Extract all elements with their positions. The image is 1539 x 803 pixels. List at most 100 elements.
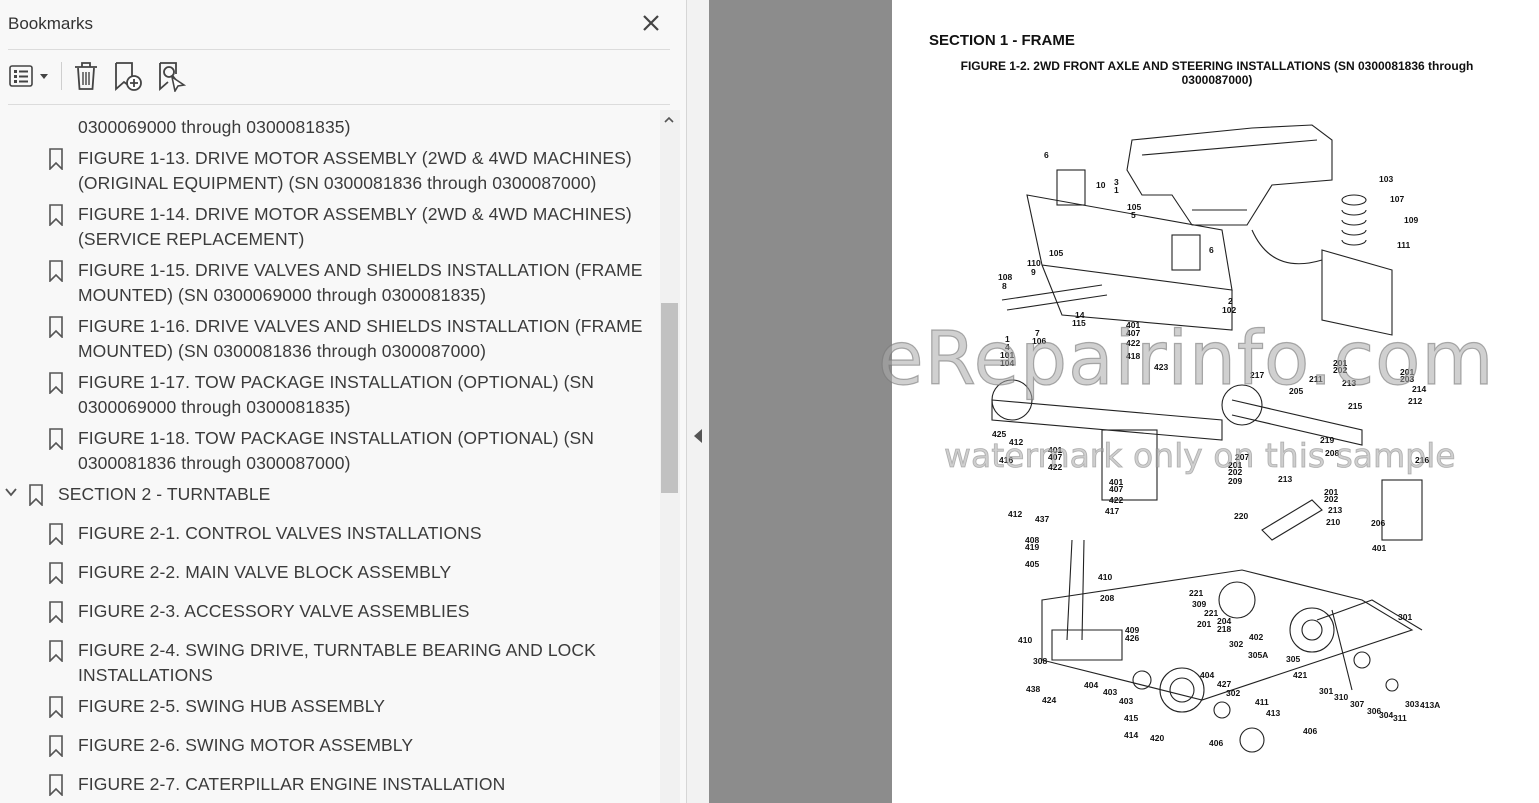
bookmark-icon xyxy=(49,696,63,718)
part-number: 111 xyxy=(1397,240,1411,250)
bookmark-item[interactable]: FIGURE 2-2. MAIN VALVE BLOCK ASSEMBLY xyxy=(0,560,656,590)
part-number: 218 xyxy=(1217,624,1231,634)
bookmarks-panel: Bookmarks 0300069000 through 0300081835)… xyxy=(0,0,687,803)
find-bookmark-icon[interactable] xyxy=(156,60,188,92)
bookmark-label: FIGURE 1-15. DRIVE VALVES AND SHIELDS IN… xyxy=(78,260,643,280)
part-number: 5 xyxy=(1131,210,1136,220)
bookmark-label: FIGURE 2-3. ACCESSORY VALVE ASSEMBLIES xyxy=(78,601,470,621)
part-number: 307 xyxy=(1350,699,1364,709)
part-number: 424 xyxy=(1042,695,1056,705)
bookmark-label: FIGURE 2-2. MAIN VALVE BLOCK ASSEMBLY xyxy=(78,562,452,582)
part-number: 404 xyxy=(1200,670,1214,680)
part-number: 304 xyxy=(1379,710,1393,720)
part-number: 210 xyxy=(1326,517,1340,527)
bookmark-icon xyxy=(49,601,63,623)
part-number: 421 xyxy=(1293,670,1307,680)
part-number: 301 xyxy=(1319,686,1333,696)
part-number: 422 xyxy=(1109,495,1123,505)
close-icon[interactable] xyxy=(640,12,662,34)
bookmark-item[interactable]: FIGURE 2-7. CATERPILLAR ENGINE INSTALLAT… xyxy=(0,772,656,802)
bookmark-icon xyxy=(49,204,63,226)
header-divider xyxy=(8,49,670,50)
part-number: 201 xyxy=(1197,619,1211,629)
part-number: 301 xyxy=(1398,612,1412,622)
part-number: 303 xyxy=(1405,699,1419,709)
delete-bookmark-icon[interactable] xyxy=(72,60,100,92)
part-number: 411 xyxy=(1255,697,1269,707)
part-number: 209 xyxy=(1228,476,1242,486)
bookmark-item[interactable]: FIGURE 1-16. DRIVE VALVES AND SHIELDS IN… xyxy=(0,314,656,366)
part-number: 405 xyxy=(1025,559,1039,569)
part-number: 403 xyxy=(1119,696,1133,706)
bookmark-label-cont: (ORIGINAL EQUIPMENT) (SN 0300081836 thro… xyxy=(78,173,597,193)
part-number: 404 xyxy=(1084,680,1098,690)
part-number: 410 xyxy=(1018,635,1032,645)
bookmark-label-cont: 0300081836 through 0300087000) xyxy=(78,453,351,473)
bookmark-item[interactable]: FIGURE 1-17. TOW PACKAGE INSTALLATION (O… xyxy=(0,370,656,422)
part-number: 412 xyxy=(1008,509,1022,519)
bookmark-label: 0300069000 through 0300081835) xyxy=(78,117,351,137)
bookmark-section-item[interactable]: SECTION 2 - TURNTABLE xyxy=(0,482,656,512)
bookmark-icon xyxy=(49,523,63,545)
bookmark-label: FIGURE 1-14. DRIVE MOTOR ASSEMBLY (2WD &… xyxy=(78,204,632,224)
bookmark-label: FIGURE 1-13. DRIVE MOTOR ASSEMBLY (2WD &… xyxy=(78,148,632,168)
part-number: 406 xyxy=(1209,738,1223,748)
bookmark-label: FIGURE 1-18. TOW PACKAGE INSTALLATION (O… xyxy=(78,428,595,448)
scrollbar-thumb[interactable] xyxy=(661,303,678,493)
chevron-down-icon[interactable] xyxy=(4,485,18,499)
part-number: 102 xyxy=(1222,305,1236,315)
figure-title: FIGURE 1-2. 2WD FRONT AXLE AND STEERING … xyxy=(952,59,1482,87)
bookmark-label-cont: MOUNTED) (SN 0300081836 through 03000870… xyxy=(78,341,487,361)
bookmark-item[interactable]: FIGURE 1-14. DRIVE MOTOR ASSEMBLY (2WD &… xyxy=(0,202,656,254)
bookmark-label: FIGURE 1-17. TOW PACKAGE INSTALLATION (O… xyxy=(78,372,595,392)
part-number: 213 xyxy=(1278,474,1292,484)
document-page: SECTION 1 - FRAME FIGURE 1-2. 2WD FRONT … xyxy=(877,0,1539,803)
bookmark-label: FIGURE 2-6. SWING MOTOR ASSEMBLY xyxy=(78,735,414,755)
part-number: 302 xyxy=(1229,639,1243,649)
bookmark-label: FIGURE 2-4. SWING DRIVE, TURNTABLE BEARI… xyxy=(78,640,596,660)
panel-title: Bookmarks xyxy=(8,14,94,33)
bookmark-icon xyxy=(49,428,63,450)
panel-splitter[interactable] xyxy=(687,0,709,803)
part-number: 107 xyxy=(1390,194,1404,204)
part-number: 103 xyxy=(1379,174,1393,184)
part-number: 305A xyxy=(1248,650,1268,660)
bookmark-item[interactable]: 0300069000 through 0300081835) xyxy=(0,115,656,141)
part-number: 401 xyxy=(1372,543,1386,553)
part-number: 9 xyxy=(1031,267,1036,277)
bookmark-label: FIGURE 2-5. SWING HUB ASSEMBLY xyxy=(78,696,386,716)
collapse-panel-icon[interactable] xyxy=(692,428,704,444)
bookmark-item[interactable]: FIGURE 2-1. CONTROL VALVES INSTALLATIONS xyxy=(0,521,656,551)
scroll-up-icon[interactable] xyxy=(663,114,675,126)
document-canvas xyxy=(709,0,892,803)
bookmark-label-cont: (SERVICE REPLACEMENT) xyxy=(78,229,305,249)
part-number: 206 xyxy=(1371,518,1385,528)
bookmark-item[interactable]: FIGURE 2-5. SWING HUB ASSEMBLY xyxy=(0,694,656,724)
bookmark-item[interactable]: FIGURE 2-4. SWING DRIVE, TURNTABLE BEARI… xyxy=(0,638,656,690)
options-menu-icon[interactable] xyxy=(8,60,52,92)
bookmark-item[interactable]: FIGURE 2-6. SWING MOTOR ASSEMBLY xyxy=(0,733,656,763)
part-number: 310 xyxy=(1334,692,1348,702)
part-number: 105 xyxy=(1049,248,1063,258)
part-number: 220 xyxy=(1234,511,1248,521)
part-number: 308 xyxy=(1033,656,1047,666)
bookmark-item[interactable]: FIGURE 2-3. ACCESSORY VALVE ASSEMBLIES xyxy=(0,599,656,629)
bookmark-label: FIGURE 2-1. CONTROL VALVES INSTALLATIONS xyxy=(78,523,482,543)
bookmark-label-cont: MOUNTED) (SN 0300069000 through 03000818… xyxy=(78,285,487,305)
bookmark-item[interactable]: FIGURE 1-13. DRIVE MOTOR ASSEMBLY (2WD &… xyxy=(0,146,656,198)
part-number: 6 xyxy=(1209,245,1214,255)
part-number: 402 xyxy=(1249,632,1263,642)
part-number: 6 xyxy=(1044,150,1049,160)
part-number: 437 xyxy=(1035,514,1049,524)
bookmark-icon xyxy=(49,260,63,282)
figure-title-line2: 0300087000) xyxy=(1181,73,1253,87)
part-number: 413 xyxy=(1266,708,1280,718)
part-number: 414 xyxy=(1124,730,1138,740)
bookmark-item[interactable]: FIGURE 1-15. DRIVE VALVES AND SHIELDS IN… xyxy=(0,258,656,310)
bookmark-label-cont: 0300069000 through 0300081835) xyxy=(78,397,351,417)
new-bookmark-icon[interactable] xyxy=(112,60,144,92)
bookmark-item[interactable]: FIGURE 1-18. TOW PACKAGE INSTALLATION (O… xyxy=(0,426,656,478)
watermark-subtext: watermark only on this sample xyxy=(944,436,1456,476)
bookmark-icon xyxy=(49,148,63,170)
bookmark-icon xyxy=(49,640,63,662)
